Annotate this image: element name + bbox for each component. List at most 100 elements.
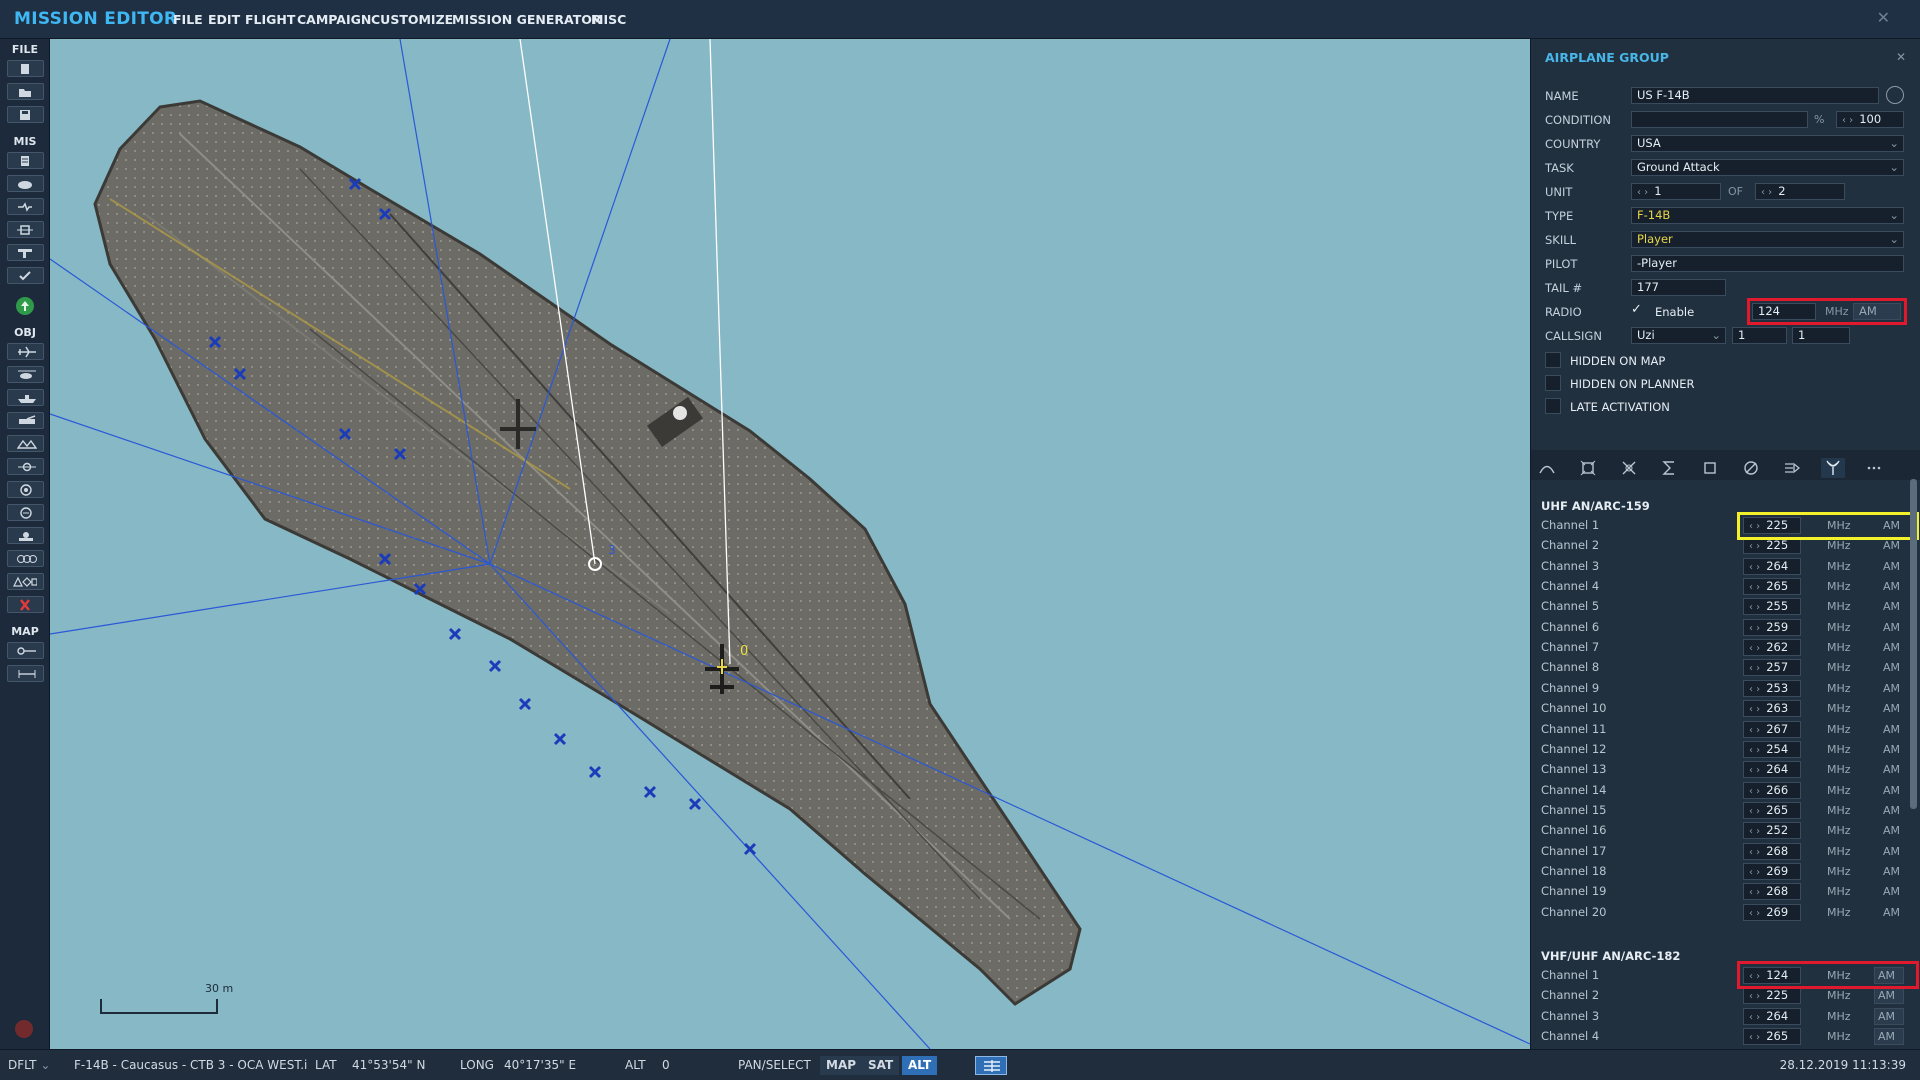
country-select[interactable]: USA ⌄ — [1631, 135, 1904, 152]
condition-stepper[interactable]: ‹ › 100 — [1836, 111, 1904, 128]
payload-tab-icon[interactable] — [1576, 458, 1600, 478]
map-pin-icon[interactable] — [7, 642, 44, 659]
failures-tab-icon[interactable] — [1739, 458, 1763, 478]
channel-frequency-stepper[interactable]: ‹ › 264 — [1743, 1007, 1801, 1025]
add-helicopter-icon[interactable] — [7, 366, 44, 383]
channel-frequency-stepper[interactable]: ‹ › 262 — [1743, 639, 1801, 657]
shapes-icon[interactable] — [7, 573, 44, 590]
channel-frequency-stepper[interactable]: ‹ › 252 — [1743, 822, 1801, 840]
menu-campaign[interactable]: CAMPAIGN — [297, 12, 371, 27]
channel-modulation-select[interactable]: AM — [1874, 1028, 1904, 1046]
sum-tab-icon[interactable] — [1657, 458, 1681, 478]
add-zone-icon[interactable] — [7, 481, 44, 498]
pilot-input[interactable]: -Player — [1631, 255, 1904, 272]
save-file-icon[interactable] — [7, 106, 44, 123]
new-file-icon[interactable] — [7, 60, 44, 77]
briefing-icon[interactable] — [7, 152, 44, 169]
callsign-select[interactable]: Uzi ⌄ — [1631, 327, 1726, 344]
nav-up-icon[interactable] — [16, 297, 34, 315]
radio-tab-icon[interactable] — [1821, 458, 1845, 478]
datalink-tab-icon[interactable] — [1780, 458, 1804, 478]
channel-frequency-stepper[interactable]: ‹ › 263 — [1743, 700, 1801, 718]
ruler-icon[interactable] — [7, 665, 44, 682]
briefing-tab-icon[interactable] — [1698, 458, 1722, 478]
add-airplane-icon[interactable] — [7, 343, 44, 360]
channel-frequency-stepper[interactable]: ‹ › 257 — [1743, 659, 1801, 677]
panel-close-icon[interactable]: ✕ — [1896, 50, 1906, 64]
name-input[interactable]: US F-14B — [1631, 87, 1879, 104]
unit-stepper[interactable]: ‹ › 1 — [1631, 183, 1721, 200]
menu-mission-generator[interactable]: MISSION GENERATOR — [452, 12, 602, 27]
callsign-number-2[interactable]: 1 — [1792, 327, 1850, 344]
menu-flight[interactable]: FLIGHT — [245, 12, 295, 27]
channel-modulation-select[interactable]: AM — [1874, 987, 1904, 1005]
goals-icon[interactable] — [7, 244, 44, 261]
route-tab-icon[interactable] — [1535, 458, 1559, 478]
channel-frequency-stepper[interactable]: ‹ › 264 — [1743, 761, 1801, 779]
triggers-icon[interactable] — [7, 221, 44, 238]
tail-input[interactable]: 177 — [1631, 279, 1726, 296]
channel-frequency-stepper[interactable]: ‹ › 264 — [1743, 557, 1801, 575]
task-select[interactable]: Ground Attack ⌄ — [1631, 159, 1904, 176]
open-file-icon[interactable] — [7, 83, 44, 100]
skill-select[interactable]: Player ⌄ — [1631, 231, 1904, 248]
alt-mode-button[interactable]: ALT — [902, 1056, 938, 1075]
channel-frequency-stepper[interactable]: ‹ › 265 — [1743, 1028, 1801, 1046]
condition-slider[interactable] — [1631, 111, 1808, 128]
channel-frequency-stepper[interactable]: ‹ › 255 — [1743, 598, 1801, 616]
channel-frequency-stepper[interactable]: ‹ › 265 — [1743, 801, 1801, 819]
lat-value: 41°53'54" N — [352, 1058, 426, 1072]
add-airbase-icon[interactable] — [7, 527, 44, 544]
channel-modulation-select[interactable]: AM — [1874, 1007, 1904, 1025]
summary-tab-icon[interactable] — [1617, 458, 1641, 478]
radio-enable-checkbox[interactable]: ✓ — [1631, 302, 1642, 317]
add-static-icon[interactable] — [7, 435, 44, 452]
late-activation-checkbox[interactable] — [1545, 398, 1561, 414]
channel-frequency-stepper[interactable]: ‹ › 268 — [1743, 842, 1801, 860]
add-target-icon[interactable] — [7, 504, 44, 521]
airplane-group-panel: AIRPLANE GROUP ✕ NAME US F-14B CONDITION… — [1530, 39, 1920, 1049]
channel-frequency-stepper[interactable]: ‹ › 225 — [1743, 987, 1801, 1005]
add-waypoint-icon[interactable] — [7, 458, 44, 475]
channel-label: Channel 4 — [1541, 579, 1600, 594]
channel-frequency-stepper[interactable]: ‹ › 268 — [1743, 883, 1801, 901]
channel-frequency-stepper[interactable]: ‹ › 267 — [1743, 720, 1801, 738]
window-close-icon[interactable]: ✕ — [1877, 8, 1890, 27]
menu-edit[interactable]: EDIT — [208, 12, 240, 27]
sat-mode-button[interactable]: SAT — [862, 1056, 900, 1075]
more-tab-icon[interactable] — [1862, 458, 1886, 478]
check-icon[interactable] — [7, 267, 44, 284]
add-ship-icon[interactable] — [7, 389, 44, 406]
channel-frequency-stepper[interactable]: ‹ › 253 — [1743, 679, 1801, 697]
menu-misc[interactable]: MISC — [591, 12, 626, 27]
add-vehicle-icon[interactable] — [7, 412, 44, 429]
channel-frequency-stepper[interactable]: ‹ › 269 — [1743, 903, 1801, 921]
templates-icon[interactable] — [7, 550, 44, 567]
map-mode-button[interactable]: MAP — [820, 1056, 863, 1075]
channel-frequency-stepper[interactable]: ‹ › 269 — [1743, 862, 1801, 880]
channel-frequency-stepper[interactable]: ‹ › 266 — [1743, 781, 1801, 799]
channel-label: Channel 7 — [1541, 640, 1600, 655]
map-filter-icon[interactable] — [975, 1056, 1007, 1075]
panel-scrollbar[interactable] — [1910, 479, 1917, 809]
type-select[interactable]: F-14B ⌄ — [1631, 207, 1904, 224]
channel-label: Channel 16 — [1541, 823, 1607, 838]
unit-total-stepper[interactable]: ‹ › 2 — [1755, 183, 1845, 200]
record-icon[interactable] — [15, 1020, 33, 1038]
channel-frequency-stepper[interactable]: ‹ › 265 — [1743, 578, 1801, 596]
callsign-number-1[interactable]: 1 — [1732, 327, 1787, 344]
hidden-on-map-checkbox[interactable] — [1545, 352, 1561, 368]
delete-icon[interactable] — [7, 596, 44, 613]
failures-icon[interactable] — [7, 198, 44, 215]
profile-select[interactable]: DFLT ⌄ — [8, 1058, 50, 1072]
map-view[interactable]: 3 0 30 m — [50, 39, 1530, 1049]
weather-icon[interactable] — [7, 175, 44, 192]
help-icon[interactable] — [1886, 86, 1904, 104]
menu-file[interactable]: FILE — [173, 12, 203, 27]
channel-frequency-stepper[interactable]: ‹ › 259 — [1743, 618, 1801, 636]
carrier-map-canvas[interactable]: 3 0 30 m — [50, 39, 1530, 1049]
channel-unit: MHz — [1827, 1030, 1851, 1044]
channel-frequency-stepper[interactable]: ‹ › 254 — [1743, 740, 1801, 758]
hidden-on-planner-checkbox[interactable] — [1545, 375, 1561, 391]
menu-customize[interactable]: CUSTOMIZE — [371, 12, 453, 27]
